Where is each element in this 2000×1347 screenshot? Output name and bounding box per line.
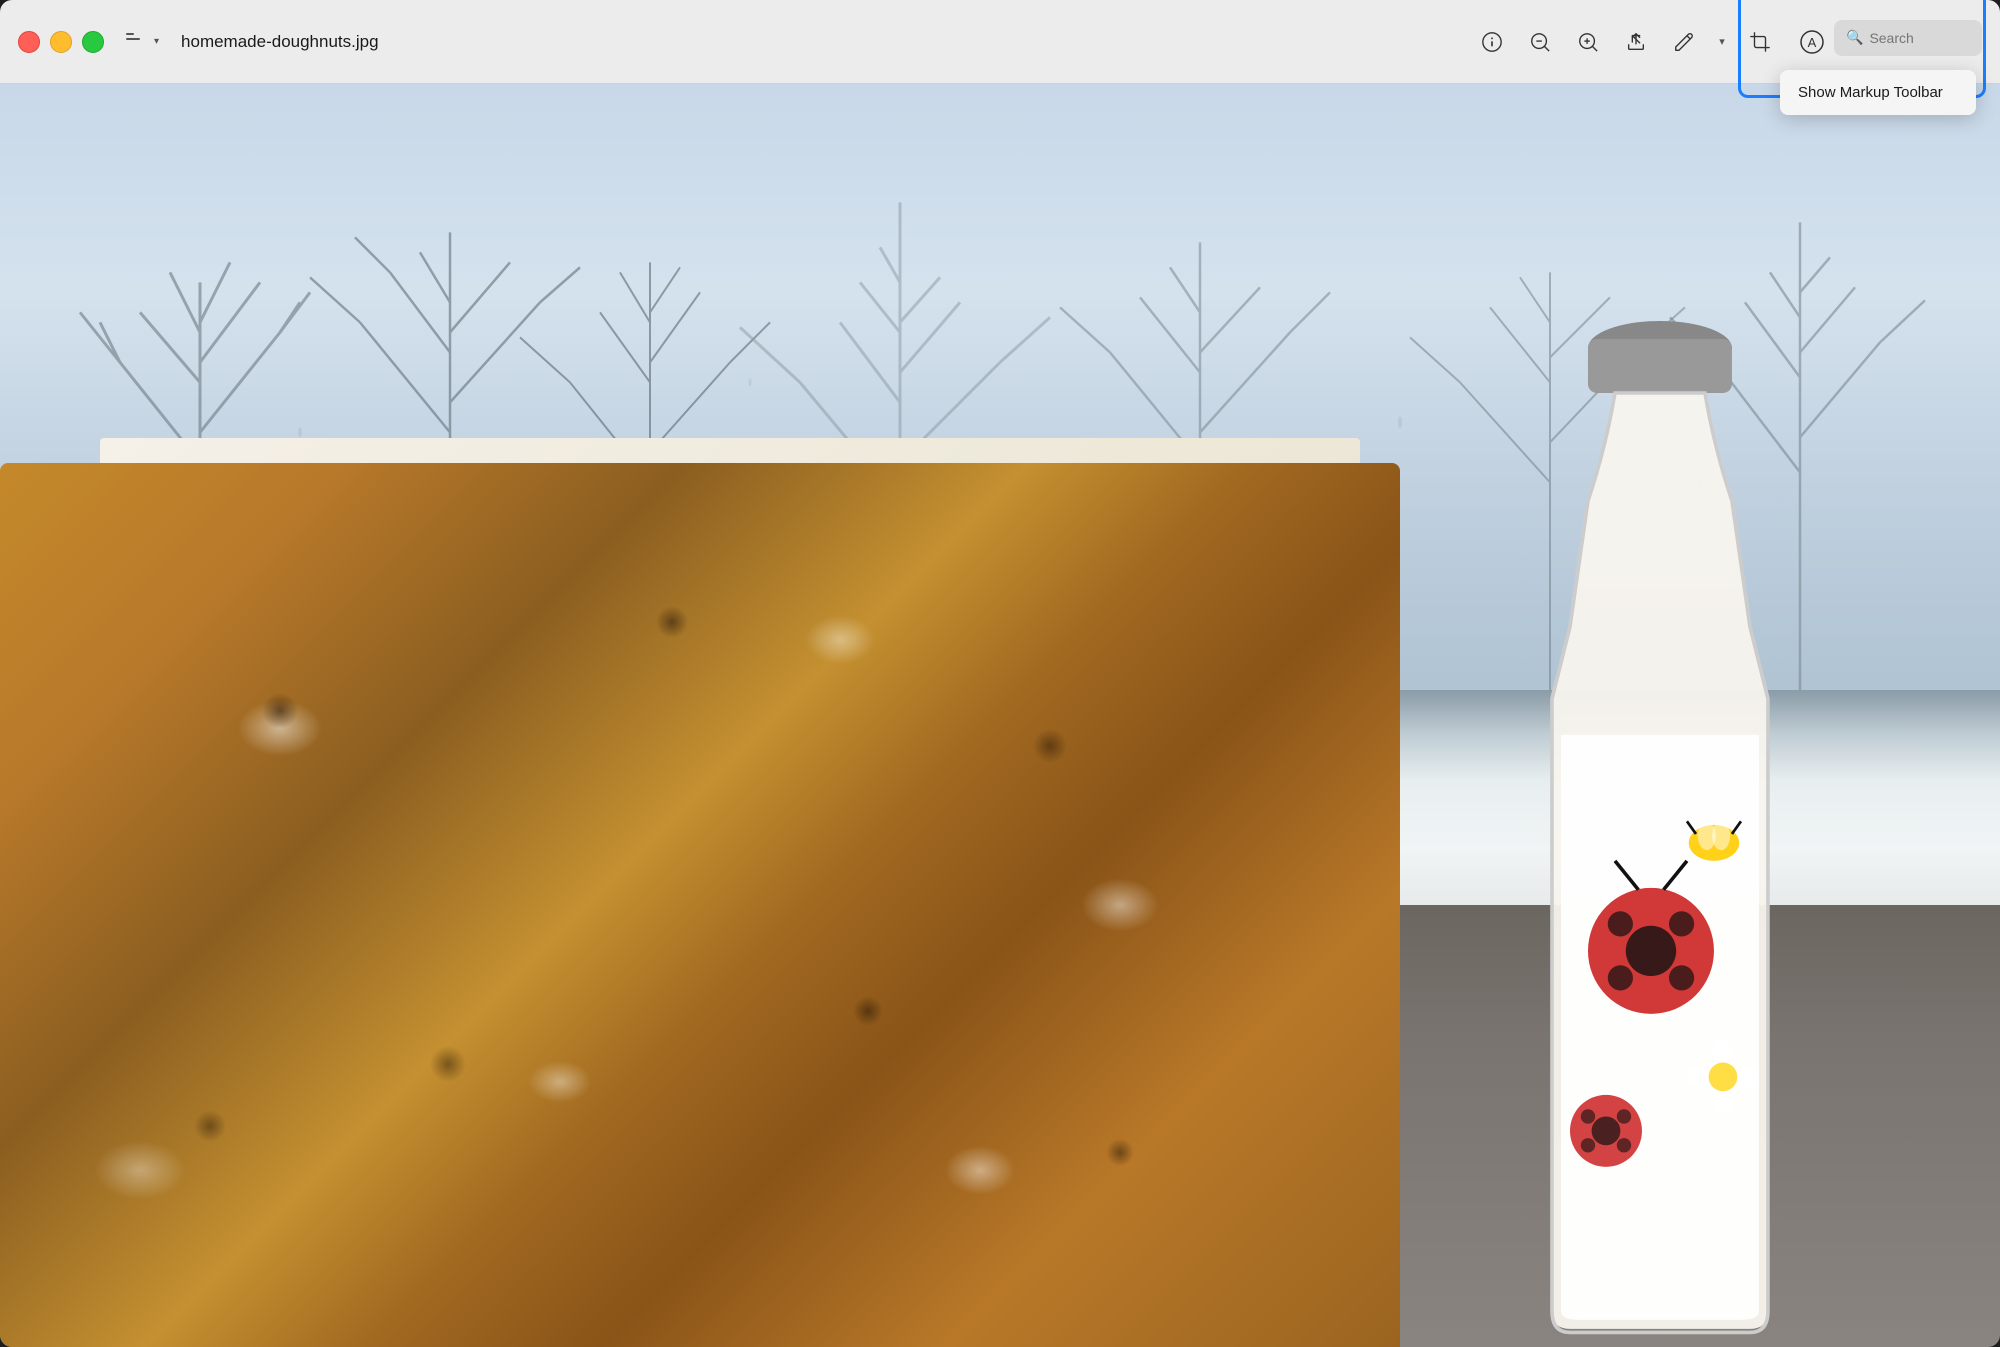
share-icon	[1625, 31, 1647, 53]
info-icon	[1481, 31, 1503, 53]
crop-button[interactable]	[1738, 20, 1782, 64]
pen-icon	[1673, 31, 1695, 53]
sidebar-toggle-button[interactable]: ▾	[118, 27, 167, 57]
chevron-down-icon: ▾	[1719, 35, 1725, 48]
file-title: homemade-doughnuts.jpg	[181, 32, 379, 52]
search-input[interactable]	[1869, 30, 1970, 46]
minimize-button[interactable]	[50, 31, 72, 53]
sidebar-icon	[126, 33, 148, 51]
share-button[interactable]	[1614, 20, 1658, 64]
markup-icon: A	[1799, 29, 1825, 55]
search-icon: 🔍	[1846, 29, 1863, 46]
traffic-lights	[18, 31, 104, 53]
annotate-button[interactable]	[1662, 20, 1706, 64]
doughnut-holes	[0, 463, 1400, 1347]
preview-window: ▾ homemade-doughnuts.jpg	[0, 0, 2000, 1347]
info-button[interactable]	[1470, 20, 1514, 64]
svg-text:A: A	[1808, 35, 1817, 50]
image-area	[0, 84, 2000, 1347]
markup-button[interactable]: A	[1790, 20, 1834, 64]
zoom-in-button[interactable]	[1566, 20, 1610, 64]
milk-bottle	[1462, 267, 1858, 1347]
toolbar-actions: ▾ A	[1470, 20, 1982, 64]
dropdown-menu: Show Markup Toolbar	[1780, 70, 1976, 115]
close-button[interactable]	[18, 31, 40, 53]
crop-icon	[1749, 31, 1771, 53]
search-area: A 🔍 Show Markup Toolbar	[1790, 20, 1982, 64]
zoom-in-icon	[1577, 31, 1599, 53]
search-input-wrapper: 🔍	[1834, 20, 1982, 56]
zoom-out-icon	[1529, 31, 1551, 53]
chevron-down-icon: ▾	[154, 36, 159, 47]
titlebar: ▾ homemade-doughnuts.jpg	[0, 0, 2000, 84]
maximize-button[interactable]	[82, 31, 104, 53]
doughnut-area	[0, 463, 1400, 1347]
show-markup-toolbar-item[interactable]: Show Markup Toolbar	[1780, 74, 1976, 111]
photo-scene	[0, 84, 2000, 1347]
milk-bottle-area	[1380, 210, 1940, 1347]
annotate-chevron-button[interactable]: ▾	[1710, 20, 1734, 64]
zoom-out-button[interactable]	[1518, 20, 1562, 64]
